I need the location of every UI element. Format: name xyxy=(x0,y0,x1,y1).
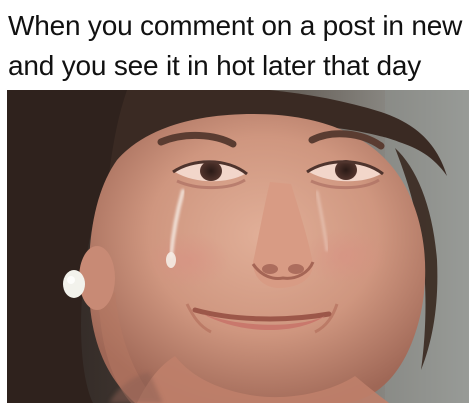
crying-woman-portrait xyxy=(7,90,469,403)
caption-line-2: and you see it in hot later that day xyxy=(8,50,422,81)
right-cheek-blush xyxy=(303,228,387,284)
caption-line-1: When you comment on a post in new xyxy=(8,10,463,41)
left-cheek-blush xyxy=(146,232,230,288)
right-nostril xyxy=(288,264,304,274)
left-iris xyxy=(200,161,222,181)
ear xyxy=(79,246,115,310)
meme-photo xyxy=(7,90,469,403)
meme-caption: When you comment on a post in new and yo… xyxy=(8,6,470,86)
tear-drop-icon xyxy=(166,252,176,268)
earring-pearl-icon xyxy=(63,270,85,298)
meme-card: When you comment on a post in new and yo… xyxy=(0,0,474,403)
left-nostril xyxy=(262,264,278,274)
earring-highlight xyxy=(67,276,75,284)
